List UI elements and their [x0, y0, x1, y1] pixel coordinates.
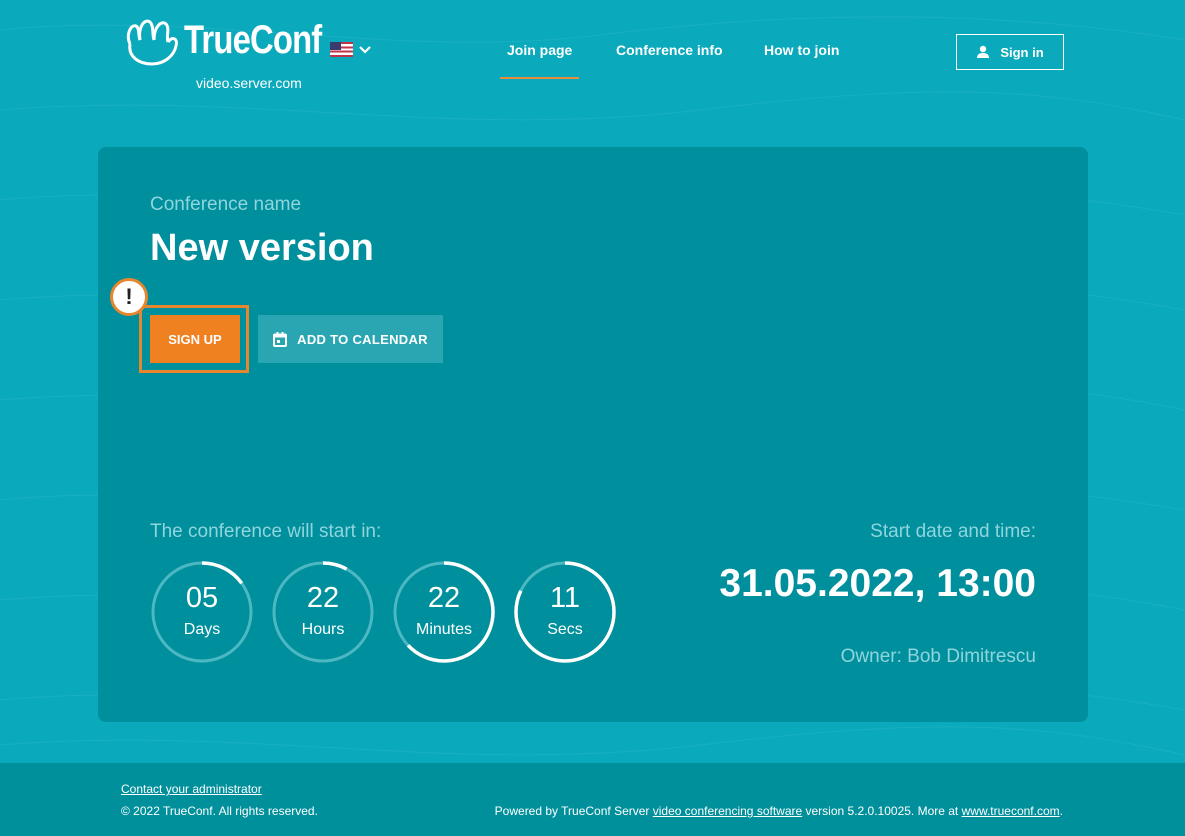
countdown-minutes: 22 Minutes [392, 560, 496, 664]
software-link[interactable]: video conferencing software [653, 804, 802, 818]
countdown-hours-value: 22 [306, 582, 340, 614]
us-flag-icon [330, 42, 353, 57]
conference-name-label: Conference name [150, 194, 302, 215]
copyright: © 2022 TrueConf. All rights reserved. [121, 804, 318, 818]
conference-card: Conference name New version SIGN UP ! AD… [98, 147, 1088, 722]
chevron-down-icon [359, 45, 371, 54]
countdown-days: 05 Days [150, 560, 254, 664]
sign-in-label: Sign in [1000, 44, 1044, 60]
countdown-seconds: 11 Secs [513, 560, 617, 664]
warning-icon: ! [110, 278, 148, 316]
trueconf-site-link[interactable]: www.trueconf.com [962, 804, 1060, 818]
nav-join-page[interactable]: Join page [500, 42, 580, 79]
user-icon [977, 45, 990, 58]
add-to-calendar-label: ADD TO CALENDAR [297, 331, 428, 347]
powered-suffix: . [1059, 804, 1063, 818]
conference-title: New version [150, 227, 374, 269]
start-date-label: Start date and time: [870, 521, 1036, 542]
trueconf-logo[interactable]: TrueConf [124, 14, 352, 66]
footer: Contact your administrator © 2022 TrueCo… [0, 763, 1185, 836]
conference-owner: Owner: Bob Dimitrescu [840, 646, 1036, 667]
trueconf-logo-icon [126, 19, 178, 66]
countdown-seconds-value: 11 [549, 582, 581, 614]
powered-version: version 5.2.0.10025. More at [802, 804, 962, 818]
nav-conference-info[interactable]: Conference info [616, 42, 723, 58]
countdown-minutes-value: 22 [427, 582, 461, 614]
countdown-label: The conference will start in: [150, 521, 382, 542]
powered-prefix: Powered by TrueConf Server [494, 804, 653, 818]
language-selector[interactable] [330, 42, 371, 57]
calendar-icon [273, 331, 288, 347]
countdown-seconds-unit: Secs [547, 621, 583, 638]
countdown-hours: 22 Hours [271, 560, 375, 664]
countdown-minutes-unit: Minutes [415, 621, 473, 638]
start-date-value: 31.05.2022, 13:00 [719, 562, 1036, 605]
countdown-hours-unit: Hours [301, 621, 345, 638]
add-to-calendar-button[interactable]: ADD TO CALENDAR [258, 315, 443, 363]
sign-up-button[interactable]: SIGN UP [150, 315, 240, 363]
server-domain: video.server.com [196, 75, 302, 91]
countdown-days-unit: Days [183, 621, 221, 638]
brand-name: TrueConf [184, 17, 322, 62]
contact-admin-link[interactable]: Contact your administrator [121, 782, 262, 796]
countdown-days-value: 05 [185, 582, 219, 614]
nav-how-to-join[interactable]: How to join [764, 42, 839, 58]
sign-in-button[interactable]: Sign in [956, 34, 1064, 70]
powered-by: Powered by TrueConf Server video confere… [495, 804, 1063, 818]
